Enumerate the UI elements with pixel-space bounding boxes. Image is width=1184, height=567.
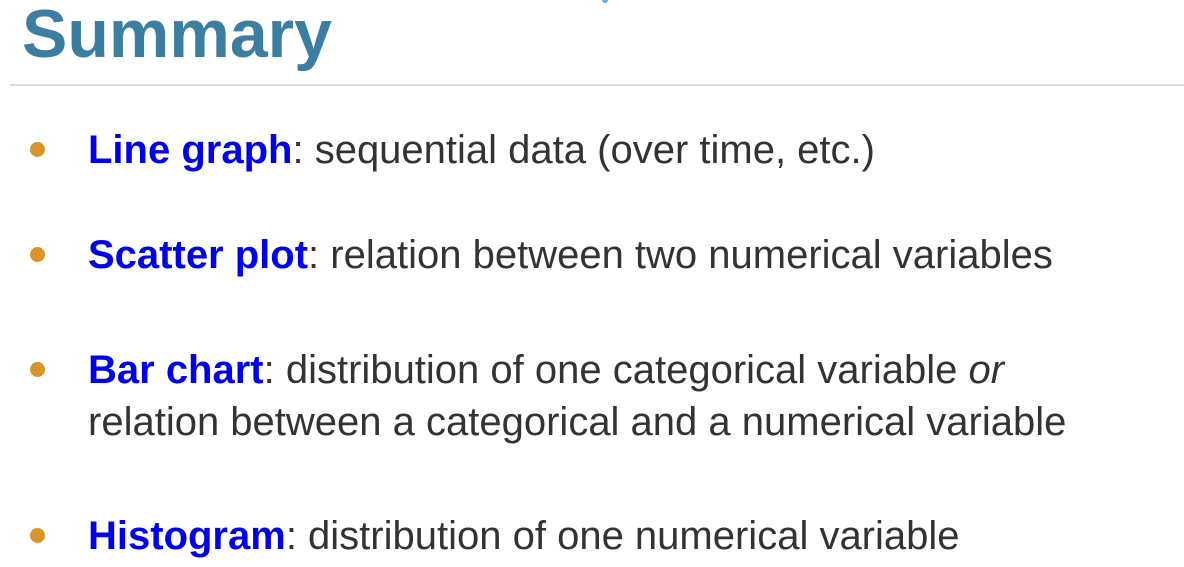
bullet-term: Line graph bbox=[88, 128, 293, 172]
bullet-text-line2: relation between a categorical and a num… bbox=[88, 400, 1067, 444]
bullet-term: Histogram bbox=[88, 514, 286, 558]
bullet-dot-icon bbox=[30, 362, 45, 377]
bullet-dot-icon bbox=[30, 247, 45, 262]
bullet-separator: : bbox=[292, 128, 304, 172]
bullet-term: Scatter plot bbox=[88, 233, 309, 277]
bullet-item-bar-chart: Bar chart: distribution of one categoric… bbox=[30, 344, 1180, 448]
bullet-dot-icon bbox=[30, 528, 45, 543]
bullet-separator: : bbox=[263, 348, 275, 392]
bullet-text: distribution of one categorical variable bbox=[274, 348, 969, 392]
bullet-emphasis: or bbox=[968, 348, 1005, 392]
bullet-separator: : bbox=[308, 233, 320, 277]
bullet-separator: : bbox=[285, 514, 297, 558]
bullet-list: Line graph: sequential data (over time, … bbox=[0, 0, 1184, 567]
bullet-term: Bar chart bbox=[88, 348, 264, 392]
bullet-text: sequential data (over time, etc.) bbox=[303, 128, 875, 172]
bullet-item-histogram: Histogram: distribution of one numerical… bbox=[30, 510, 1180, 562]
bullet-dot-icon bbox=[30, 142, 45, 157]
bullet-text: distribution of one numerical variable bbox=[296, 514, 960, 558]
bullet-text: relation between two numerical variables bbox=[319, 233, 1053, 277]
bullet-item-line-graph: Line graph: sequential data (over time, … bbox=[30, 124, 1180, 176]
bullet-item-scatter-plot: Scatter plot: relation between two numer… bbox=[30, 229, 1180, 281]
